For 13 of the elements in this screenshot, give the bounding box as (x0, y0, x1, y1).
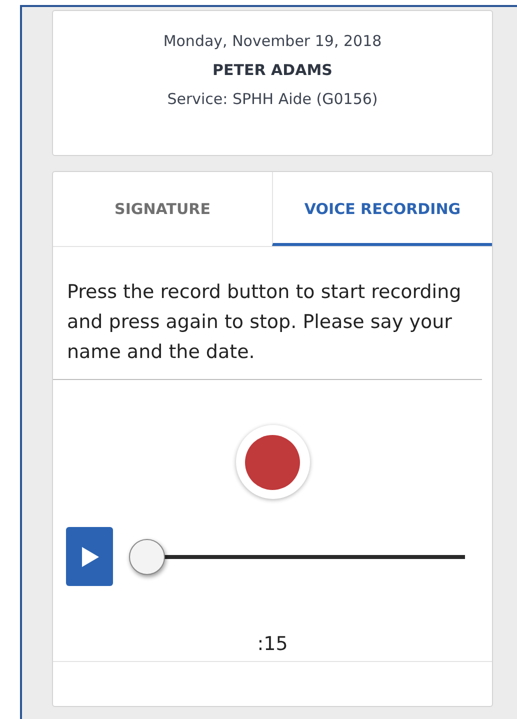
visit-date: Monday, November 19, 2018 (163, 31, 382, 51)
instructions-text: Press the record button to start recording and press again to stop. Please say your name and the date. (53, 247, 482, 380)
record-icon (245, 434, 300, 490)
play-icon (80, 546, 100, 568)
tab[interactable]: SIGNATURE (53, 172, 272, 246)
recording-time: :15 (257, 632, 288, 657)
service-label: Service: SPHH Aide (G0156) (167, 89, 378, 109)
tab[interactable]: VOICE RECORDING (272, 172, 492, 246)
slider-thumb[interactable] (129, 538, 165, 574)
seek-slider[interactable] (129, 538, 465, 574)
client-name: PETER ADAMS (212, 60, 332, 80)
record-button[interactable] (236, 425, 310, 499)
play-button[interactable] (66, 527, 113, 586)
